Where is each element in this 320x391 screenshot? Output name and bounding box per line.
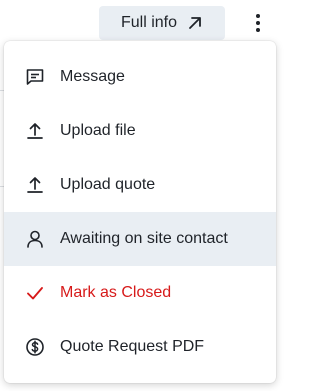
- person-icon: [24, 228, 46, 250]
- menu-item-label: Awaiting on site contact: [60, 230, 228, 247]
- vertical-ellipsis-icon: [256, 28, 260, 32]
- menu-item-awaiting-on-site-contact[interactable]: Awaiting on site contact: [4, 212, 276, 266]
- actions-dropdown-menu: Message Upload file Upload quote Awaitin…: [4, 41, 276, 383]
- vertical-ellipsis-icon: [256, 21, 260, 25]
- menu-item-label: Upload file: [60, 122, 136, 139]
- menu-item-message[interactable]: Message: [4, 50, 276, 104]
- menu-item-label: Message: [60, 68, 125, 85]
- upload-icon: [24, 174, 46, 196]
- message-icon: [24, 66, 46, 88]
- full-info-button[interactable]: Full info: [99, 6, 225, 40]
- dollar-circle-icon: [24, 336, 46, 358]
- menu-item-quote-request-pdf[interactable]: Quote Request PDF: [4, 320, 276, 374]
- vertical-ellipsis-icon: [256, 14, 260, 18]
- more-options-button[interactable]: [248, 9, 268, 37]
- menu-item-label: Upload quote: [60, 176, 156, 193]
- arrow-up-right-icon: [187, 15, 203, 31]
- menu-item-upload-file[interactable]: Upload file: [4, 104, 276, 158]
- checkmark-icon: [24, 282, 46, 304]
- menu-item-upload-quote[interactable]: Upload quote: [4, 158, 276, 212]
- menu-item-mark-as-closed[interactable]: Mark as Closed: [4, 266, 276, 320]
- upload-icon: [24, 120, 46, 142]
- menu-item-label: Mark as Closed: [60, 284, 172, 301]
- menu-item-label: Quote Request PDF: [60, 338, 205, 355]
- full-info-label: Full info: [120, 14, 178, 31]
